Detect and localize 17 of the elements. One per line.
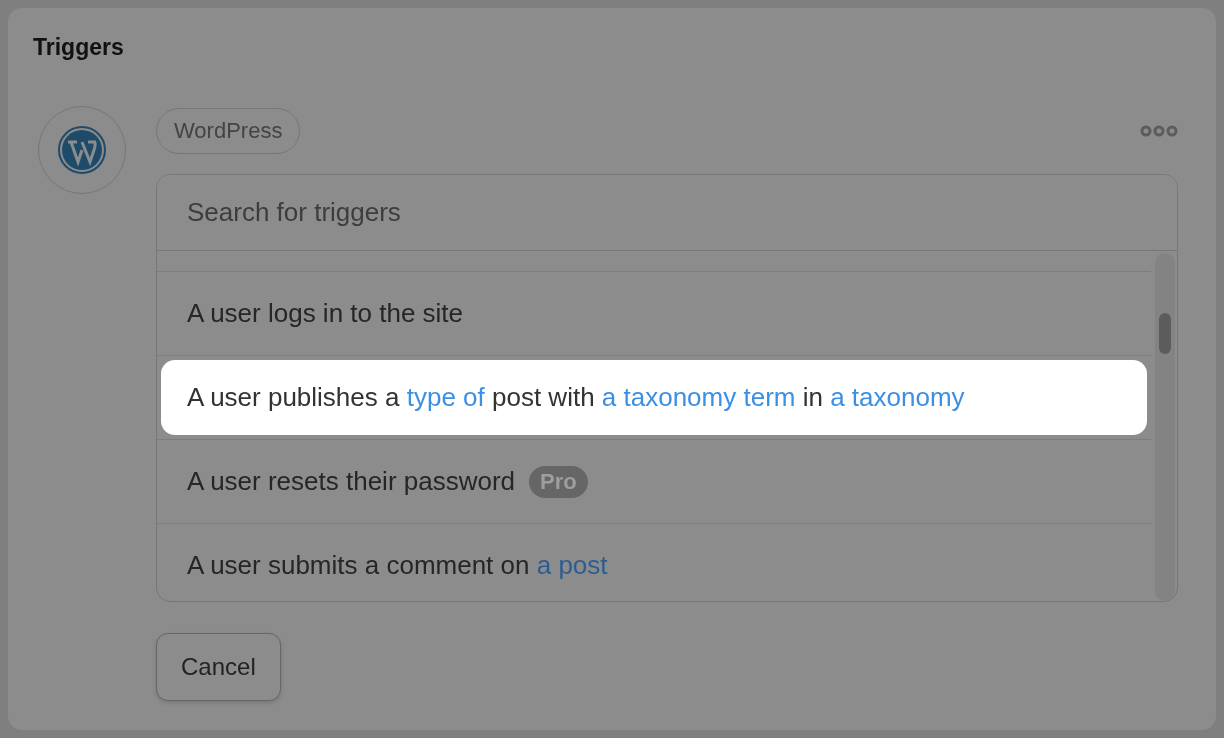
link[interactable]: type of <box>406 382 485 412</box>
trigger-option[interactable]: A user publishes a type of post with a taxonomy term in a taxonomy <box>161 360 1147 435</box>
link[interactable]: a taxonomy term <box>601 382 796 412</box>
more-icon[interactable] <box>1140 125 1178 137</box>
pro-badge: Pro <box>529 465 588 498</box>
search-field[interactable]: Search for triggers <box>157 175 1177 251</box>
trigger-label: A user resets their password <box>187 466 516 497</box>
panel-title: Triggers <box>33 34 125 62</box>
cancel-button[interactable]: Cancel <box>156 633 281 701</box>
trigger-option[interactable]: A user logs in to the site <box>161 276 1147 351</box>
trigger-label: A user publishes a type of post with a taxonomy term in a taxonomy <box>187 382 965 413</box>
trigger-option[interactable]: A user submits a comment on a post <box>161 528 1147 601</box>
trigger-label: A user logs in to the site <box>187 298 464 329</box>
scrollbar[interactable] <box>1155 253 1175 601</box>
link[interactable]: a taxonomy <box>830 382 965 412</box>
trigger-option[interactable]: A user resets their password Pro <box>161 444 1147 519</box>
trigger-label: A user submits a comment on a post <box>187 550 608 581</box>
